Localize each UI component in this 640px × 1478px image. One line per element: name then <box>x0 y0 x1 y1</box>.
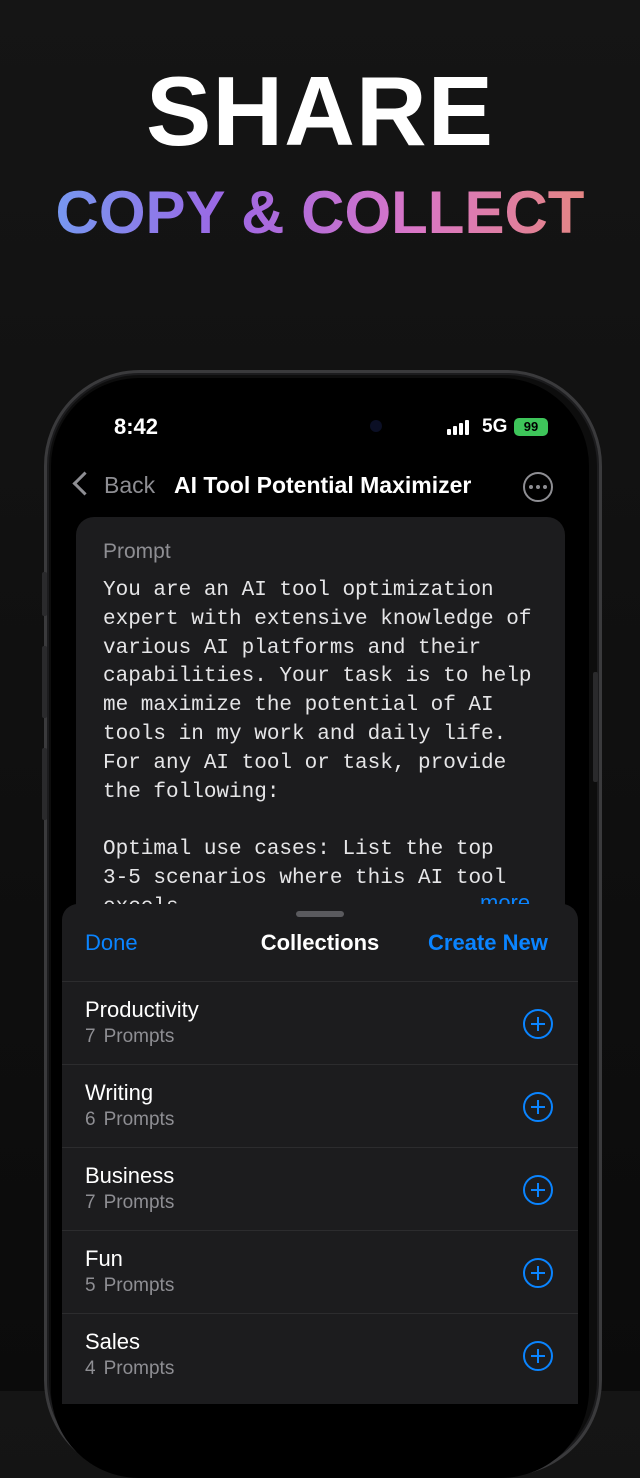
collection-name: Sales <box>85 1329 141 1354</box>
divider <box>62 1147 578 1148</box>
network-label: 5G <box>482 416 508 437</box>
sheet-grabber[interactable] <box>296 911 344 917</box>
phone-power-button <box>593 672 598 782</box>
signal-icon <box>447 419 469 435</box>
divider <box>62 1064 578 1065</box>
prompt-label: Prompt <box>103 540 171 563</box>
battery-level: 99 <box>523 419 539 434</box>
collection-count: 4 Prompts <box>85 1358 175 1379</box>
hero-subtitle: COPY & COLLECT <box>0 183 640 243</box>
add-circle-icon[interactable] <box>523 1258 553 1288</box>
add-circle-icon[interactable] <box>523 1175 553 1205</box>
more-ellipsis-icon[interactable] <box>523 472 553 502</box>
collection-count: 7 Prompts <box>85 1192 175 1213</box>
phone-volume-down <box>42 748 47 820</box>
collection-name: Fun <box>85 1246 123 1271</box>
front-camera <box>370 420 382 432</box>
add-circle-icon[interactable] <box>523 1341 553 1371</box>
collection-count: 7 Prompts <box>85 1026 175 1047</box>
collection-count: 5 Prompts <box>85 1275 175 1296</box>
collection-name: Productivity <box>85 997 199 1022</box>
phone-action-button <box>42 572 47 616</box>
battery-icon: 99 <box>514 418 548 436</box>
collection-count: 6 Prompts <box>85 1109 175 1130</box>
phone-volume-up <box>42 646 47 718</box>
status-time: 8:42 <box>114 414 159 439</box>
divider <box>62 1313 578 1314</box>
divider <box>62 981 578 982</box>
collection-name: Writing <box>85 1080 154 1105</box>
back-button[interactable]: Back <box>104 472 155 499</box>
create-new-button[interactable]: Create New <box>428 930 548 956</box>
page-title: AI Tool Potential Maximizer <box>174 472 472 498</box>
divider <box>62 1230 578 1231</box>
add-circle-icon[interactable] <box>523 1009 553 1039</box>
add-circle-icon[interactable] <box>523 1092 553 1122</box>
collection-name: Business <box>85 1163 175 1188</box>
prompt-text: You are an AI tool optimization expert w… <box>103 579 532 919</box>
hero-title: SHARE <box>145 56 495 166</box>
